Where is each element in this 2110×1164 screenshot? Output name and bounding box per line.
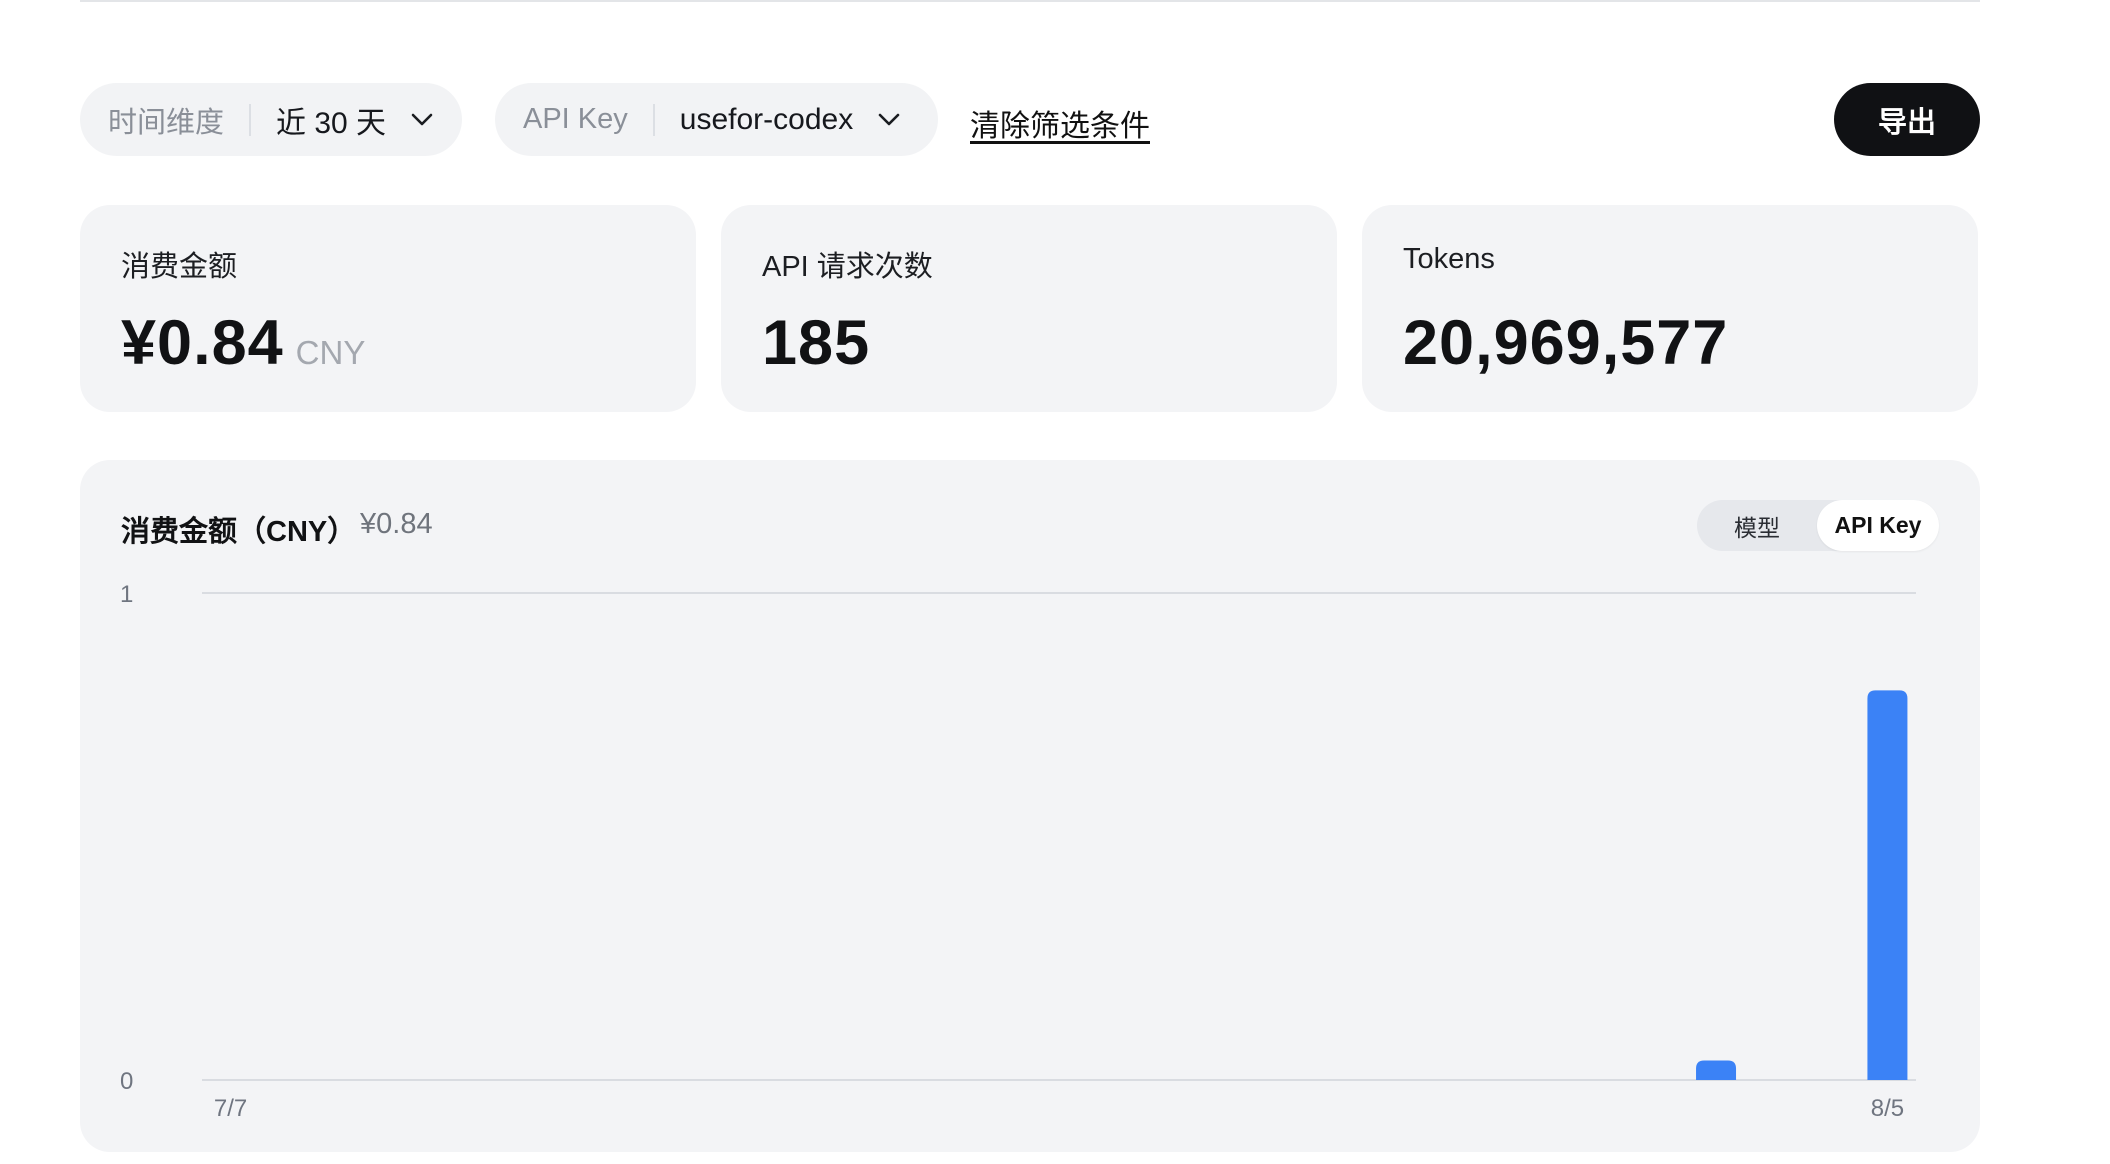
pill-divider bbox=[652, 103, 655, 136]
stat-value-tokens: 20,969,577 bbox=[1403, 308, 1729, 378]
spend-amount: ¥0.84 bbox=[121, 308, 284, 378]
x-tick-label: 7/7 bbox=[214, 1095, 247, 1122]
api-key-select[interactable]: API Key usefor-codex bbox=[495, 83, 938, 156]
chevron-down-icon bbox=[877, 108, 901, 132]
export-button[interactable]: 导出 bbox=[1834, 83, 1980, 156]
stat-title-tokens: Tokens bbox=[1403, 243, 1495, 275]
stat-title-requests: API 请求次数 bbox=[762, 251, 933, 283]
y-tick-label: 1 bbox=[120, 581, 133, 608]
time-range-label: 时间维度 bbox=[108, 106, 225, 139]
spend-bar-chart: 0 1 7/7 8/5 bbox=[120, 581, 1916, 1122]
top-divider bbox=[80, 0, 1980, 2]
filter-bar: 时间维度 近 30 天 API Key usefor-codex 清除筛选条件 … bbox=[80, 83, 1980, 156]
x-tick-label: 8/5 bbox=[1871, 1095, 1904, 1122]
api-key-value: usefor-codex bbox=[679, 102, 854, 136]
clear-filters-link[interactable]: 清除筛选条件 bbox=[970, 101, 1150, 145]
spend-currency-unit: CNY bbox=[295, 334, 366, 371]
stat-value-requests: 185 bbox=[762, 308, 871, 378]
stat-value-spend: ¥0.84 CNY bbox=[121, 307, 365, 379]
stat-card-tokens: Tokens 20,969,577 bbox=[1362, 205, 1978, 412]
bar-8-5 bbox=[1867, 690, 1908, 1080]
stat-title-spend: 消费金额 bbox=[121, 251, 238, 283]
stat-card-requests: API 请求次数 185 bbox=[721, 205, 1337, 412]
time-range-select[interactable]: 时间维度 近 30 天 bbox=[80, 83, 462, 156]
spend-chart-panel: 消费金额（CNY） ¥0.84 模型 API Key 0 1 7/7 8/5 bbox=[80, 460, 1980, 1152]
api-key-label: API Key bbox=[523, 103, 628, 135]
chevron-down-icon bbox=[410, 108, 434, 132]
bar-8-2 bbox=[1696, 1060, 1737, 1080]
time-range-value: 近 30 天 bbox=[276, 106, 387, 140]
stat-card-spend: 消费金额 ¥0.84 CNY bbox=[80, 205, 696, 412]
y-tick-label: 0 bbox=[120, 1068, 133, 1095]
pill-divider bbox=[249, 103, 252, 136]
